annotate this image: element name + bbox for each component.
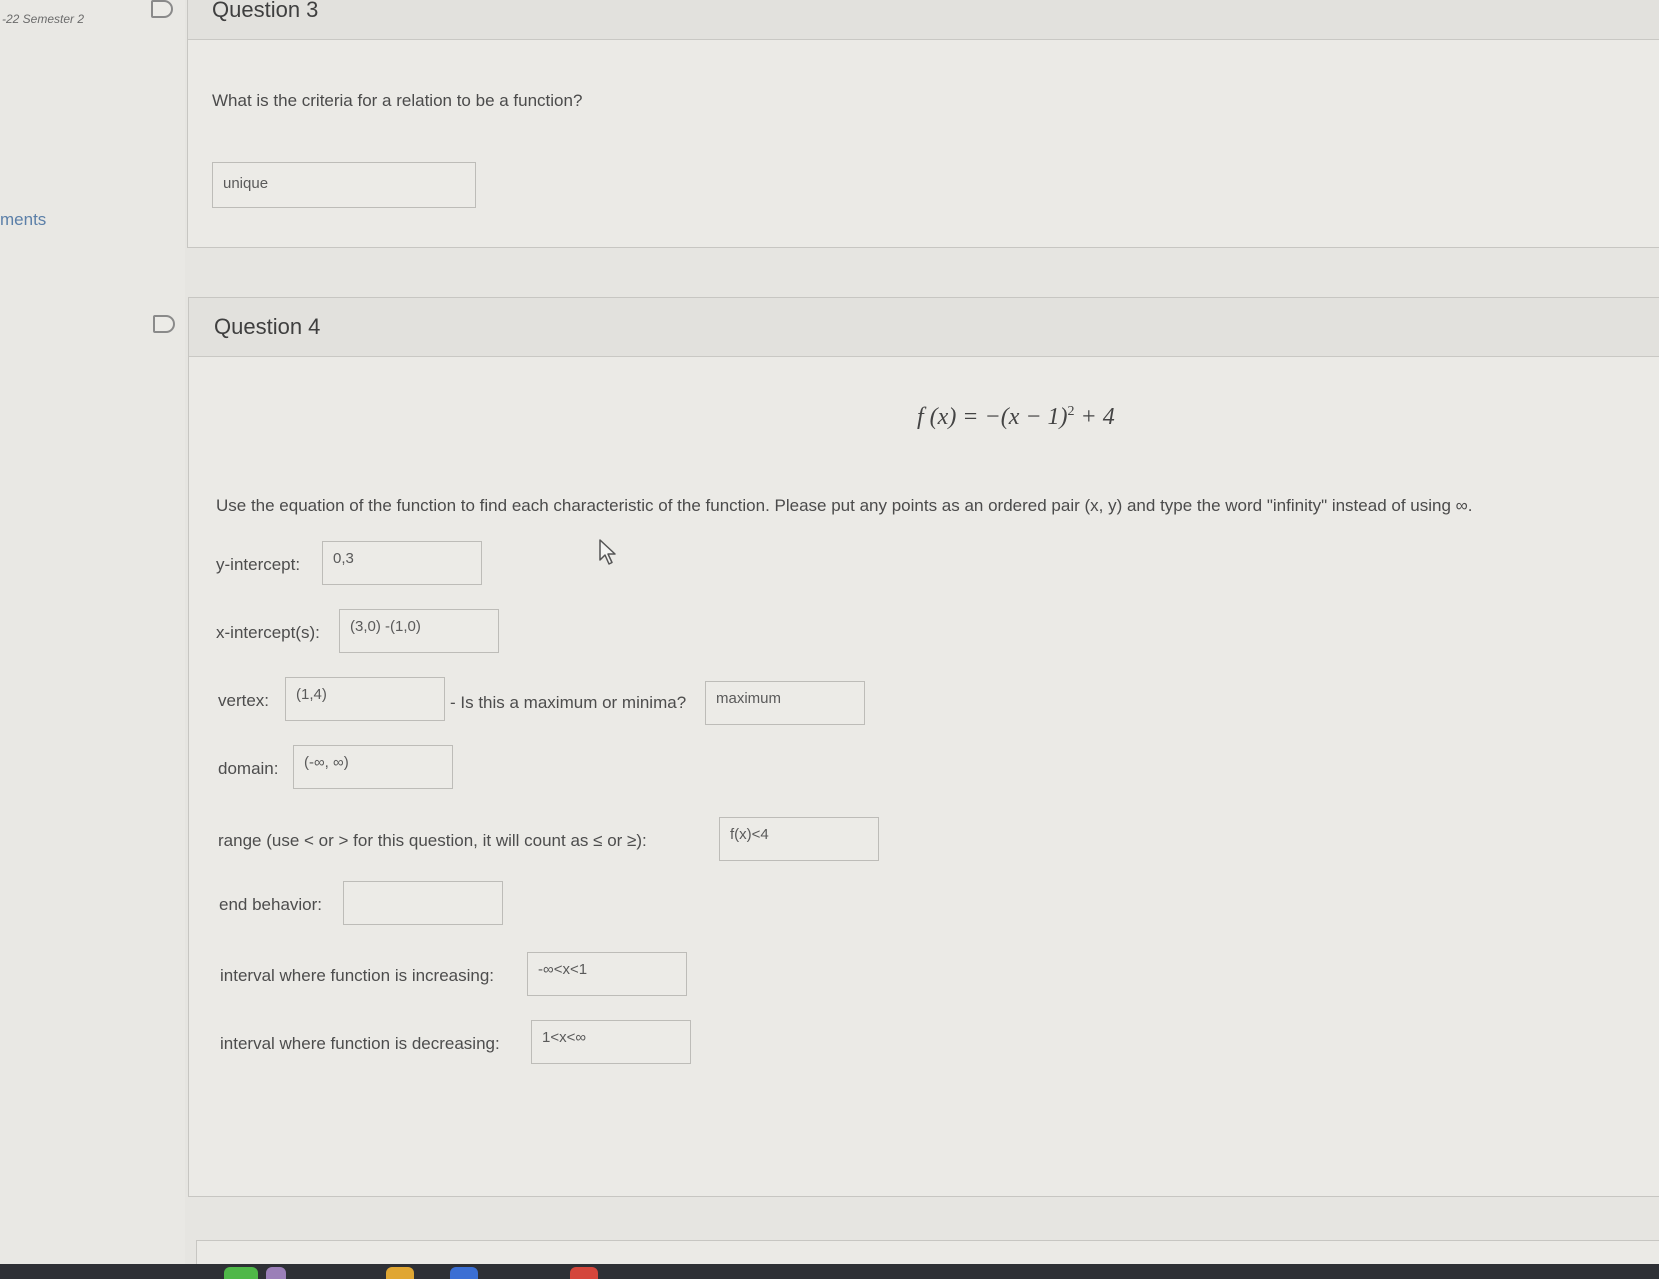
decreasing-interval-label: interval where function is decreasing:	[220, 1034, 500, 1053]
os-taskbar	[0, 1264, 1659, 1279]
question-3-header: Question 3	[188, 0, 1659, 40]
domain-label: domain:	[218, 759, 279, 778]
vertex-label: vertex:	[218, 691, 270, 710]
x-intercepts-input[interactable]: (3,0) -(1,0)	[339, 609, 499, 653]
function-equation: f (x) = −(x − 1)2 + 4	[917, 404, 1115, 431]
question-3-prompt: What is the criteria for a relation to b…	[212, 91, 583, 110]
sidebar-link[interactable]: ments	[0, 210, 46, 230]
course-semester-label: -22 Semester 2	[2, 12, 85, 26]
range-label: range (use < or > for this question, it …	[218, 831, 647, 850]
equation-lhs: f (x) = −(x − 1)	[917, 404, 1068, 430]
question-4-title: Question 4	[214, 314, 321, 339]
taskbar-app-icon[interactable]	[224, 1267, 258, 1279]
equation-exponent: 2	[1067, 404, 1075, 419]
increasing-interval-label: interval where function is increasing:	[220, 966, 495, 985]
decreasing-interval-input[interactable]: 1<x<∞	[531, 1020, 691, 1064]
question-4-header: Question 4	[189, 298, 1659, 357]
x-intercepts-label: x-intercept(s):	[216, 623, 320, 642]
question-4-card: Question 4 f (x) = −(x − 1)2 + 4 Use the…	[188, 297, 1659, 1197]
flag-icon[interactable]	[151, 0, 173, 18]
end-behavior-label: end behavior:	[219, 895, 323, 914]
flag-icon[interactable]	[153, 315, 175, 333]
domain-input[interactable]: (-∞, ∞)	[293, 745, 453, 789]
y-intercept-label: y-intercept:	[216, 555, 301, 574]
taskbar-app-icon[interactable]	[570, 1267, 598, 1279]
increasing-interval-input[interactable]: -∞<x<1	[527, 952, 687, 996]
taskbar-app-icon[interactable]	[450, 1267, 478, 1279]
max-min-label: - Is this a maximum or minima?	[450, 693, 687, 712]
max-min-input[interactable]: maximum	[705, 681, 865, 725]
course-sidebar: -22 Semester 2 ments	[0, 0, 185, 1279]
question-3-card: Question 3 What is the criteria for a re…	[187, 0, 1659, 248]
y-intercept-input[interactable]: 0,3	[322, 541, 482, 585]
vertex-input[interactable]: (1,4)	[285, 677, 445, 721]
taskbar-app-icon[interactable]	[266, 1267, 286, 1279]
equation-rhs: + 4	[1074, 404, 1115, 430]
question-3-title: Question 3	[212, 0, 319, 22]
end-behavior-input[interactable]	[343, 881, 503, 925]
taskbar-app-icon[interactable]	[386, 1267, 414, 1279]
question-4-instructions: Use the equation of the function to find…	[216, 496, 1473, 515]
range-input[interactable]: f(x)<4	[719, 817, 879, 861]
question-3-answer-input[interactable]: unique	[212, 162, 476, 208]
